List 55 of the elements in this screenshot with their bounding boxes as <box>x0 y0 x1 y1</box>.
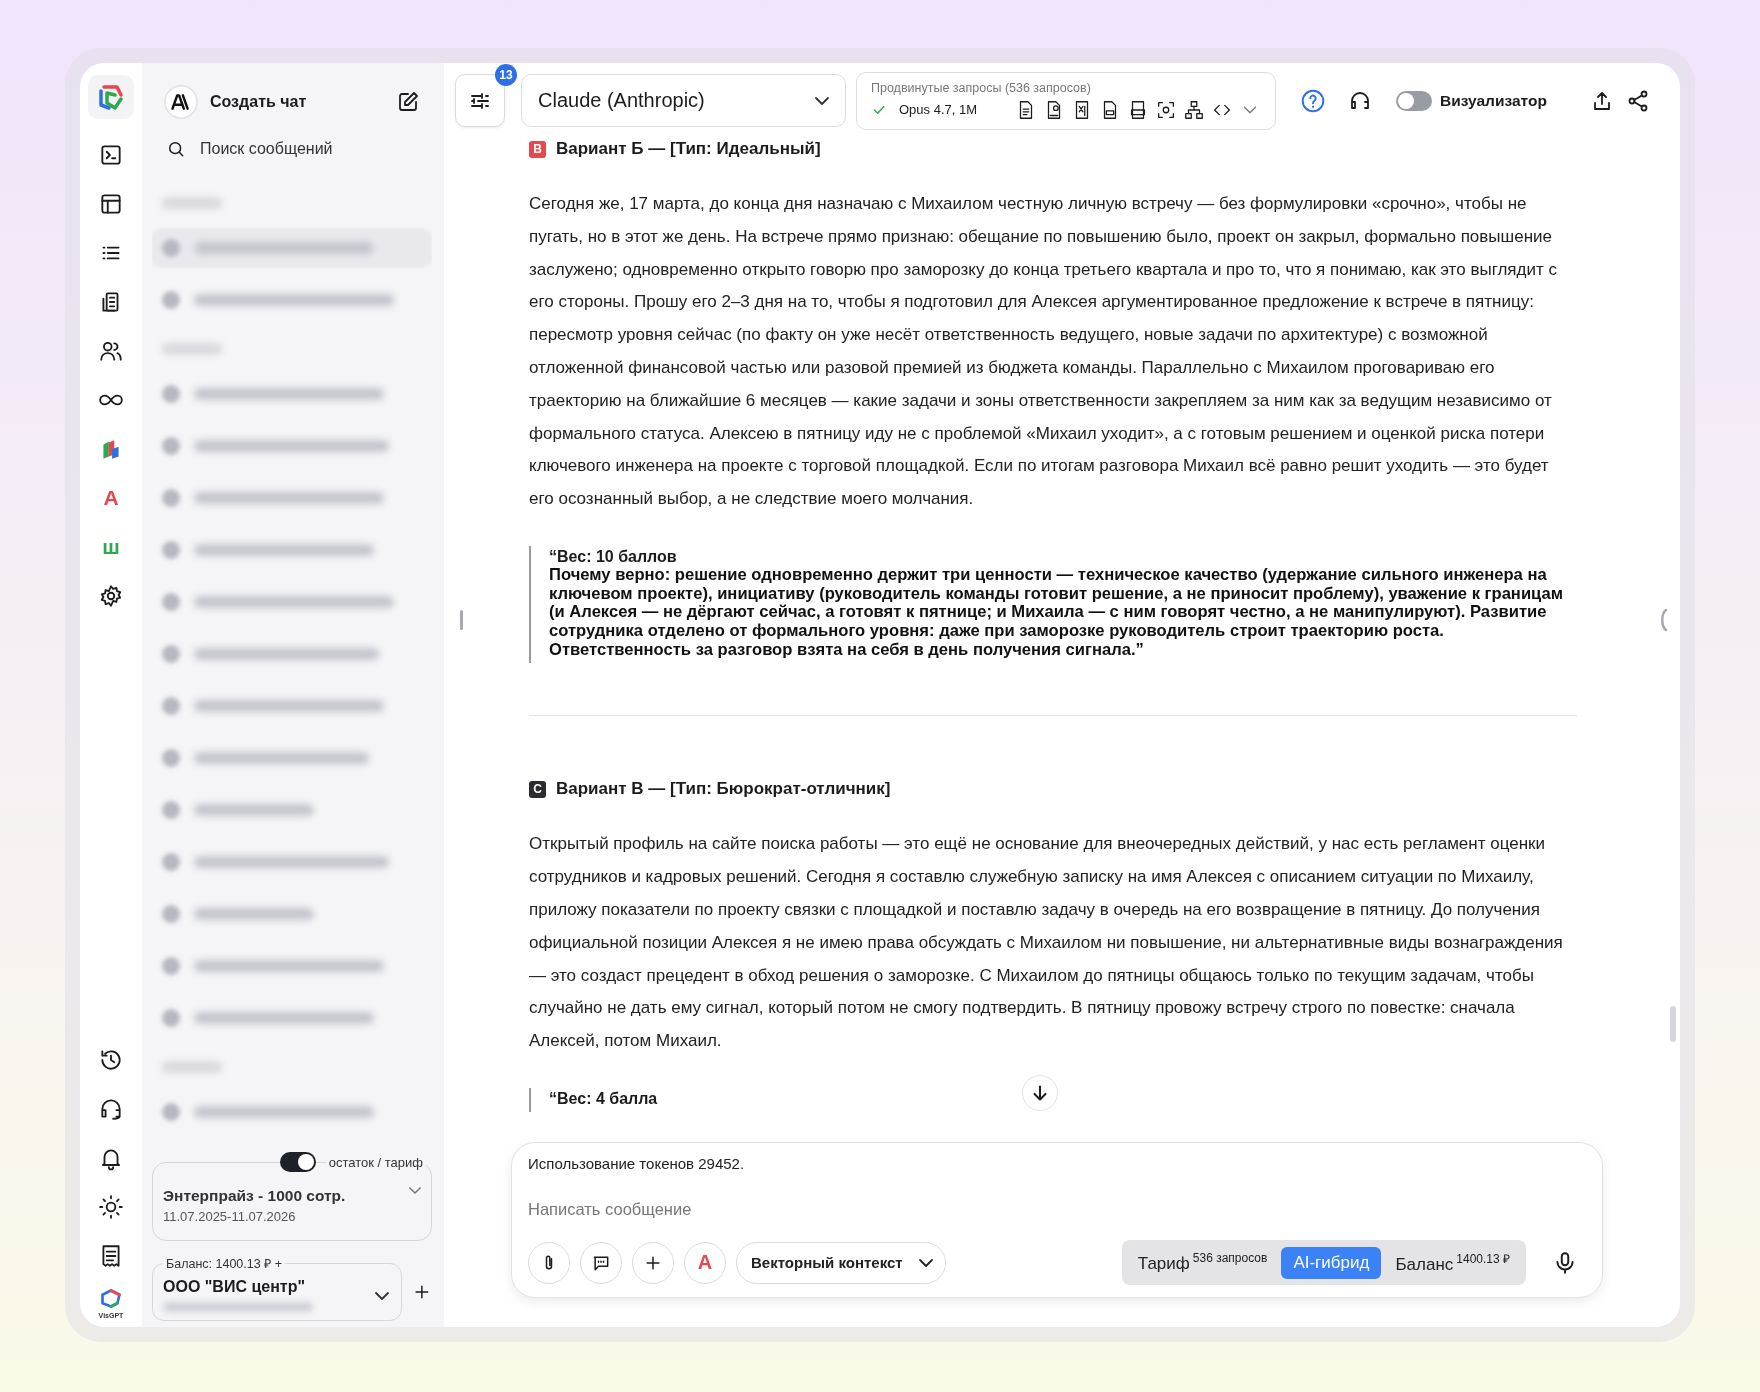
share-icon[interactable] <box>1626 88 1650 113</box>
plan-name: Энтерпрайз - 1000 сотр. <box>163 1187 347 1205</box>
collapse-handle[interactable] <box>460 610 463 630</box>
scroll-down-button[interactable] <box>1022 1075 1058 1111</box>
expand-handle[interactable] <box>1658 608 1668 632</box>
chevron-down-icon <box>409 1187 421 1194</box>
plan-toggle[interactable] <box>279 1152 316 1172</box>
persona-button[interactable]: A <box>684 1241 726 1284</box>
visualizer-label: Визуализатор <box>1440 91 1547 110</box>
advanced-requests-panel[interactable]: Продвинутые запросы (536 запросов) Opus 4.7, 1M <box>856 71 1276 130</box>
prompt-button[interactable] <box>580 1241 622 1284</box>
history-icon[interactable] <box>98 1047 124 1073</box>
context-dropdown[interactable]: Векторный контекст <box>736 1241 946 1284</box>
network-icon[interactable] <box>1183 98 1205 121</box>
plan-dates: 11.07.2025-11.07.2026 <box>163 1209 297 1224</box>
variant-heading: Вариант В — [Тип: Бюрократ-отличник] <box>556 779 891 800</box>
organization-name: ООО "ВИС центр" <box>163 1278 305 1296</box>
answer-paragraph: Открытый профиль на сайте поиска работы — это ещё не основание для внеочередных действий, у нас есть регламент оценки сотрудников и кадровых решений. Сегодня я составлю служебную записку на имя Алексея с описанием ситуации по Михаилу, приложу показатели по проекту связки с площадкой и поставлю задачу в очередь на его возвращение в пятницу. До получения официальной позиции Алексея я не имею права обсуждать с Михаилом ни повышение, ни альтернативные виды вознаграждения — это создаст прецедент в обход решения о заморозке. С Михаилом до пятницы общаюсь только по текущим задачам, чтобы случайно не дать ему сигнал, который потом не смогу подтвердить. В пятницу провожу встречу строго по повестке: сначала Алексей, потом Михаил. <box>529 833 1564 1053</box>
settings-icon[interactable] <box>98 583 124 609</box>
variant-heading: Вариант Б — [Тип: Идеальный] <box>556 139 821 159</box>
notification-badge: 13 <box>495 64 517 86</box>
app-logo[interactable] <box>88 75 134 119</box>
model-select[interactable]: Claude (Anthropic) <box>521 74 846 127</box>
blurred-section-label <box>162 197 222 209</box>
advanced-requests-title: Продвинутые запросы (536 запросов) <box>871 80 1092 95</box>
mode-tab[interactable]: Баланс $^{1400.13 ₽}$ <box>1383 1244 1522 1281</box>
sun-icon[interactable] <box>98 1194 124 1220</box>
mode-tab[interactable]: Тариф $^{536 запросов}$ <box>1125 1245 1280 1280</box>
layout-icon[interactable] <box>98 191 124 217</box>
attach-button[interactable] <box>528 1241 570 1284</box>
answer-paragraph: Сегодня же, 17 марта, до конца дня назначаю с Михаилом честную личную встречу — без формулировки «срочно», чтобы не пугать, но в этот же день. На встрече прямо признаю: обещание по повышению было, проект он закрыл, формально повышение заслужено; одновременно открыто говорю про заморозку до конца третьего квартала и про то, что я понимаю, как это выглядит с его стороны. Прошу его 2–3 дня на то, чтобы я подготовил для Алексея аргументированное предложение к встрече в пятницу: пересмотр уровня сейчас (по факту он уже несёт ответственность ведущего, новые задачи по архитектуре) с возможной отложенной финансовой частью или разовой премией из бюджета команды. Параллельно с Михаилом проговариваю его траекторию на ближайшие 6 месяцев — какие задачи и зоны ответственности закрепляем за ним как за ведущим независимо от формального статуса. Алексею в пятницу иду не с проблемой «Михаил уходит», а с готовым решением и оценкой риска потери ключевого инженера на проекте с торговой площадкой. Если по итогам разговора Михаил всё равно решит уходить — это будет его осознанный выбор, а не следствие моего молчания. <box>529 193 1558 511</box>
mode-tab[interactable]: AI-гибрид <box>1281 1246 1382 1279</box>
chevron-down-icon <box>918 1258 933 1267</box>
quote-title: “Вес: 10 баллов <box>549 547 677 566</box>
quote-text: Почему верно: решение одновременно держит три ценности — техническое качество (удержание сильного инженера на ключевом проекте), инициативу (руководитель команды готовит решение, а не приносит проблему), уважение к границам (и Алексея — не дёргают сейчас, а готовят к пятнице; и Михаила — с ним говорят честно, а не манипулируют). Развитие сотрудника отделено от формального уровня: даже при заморозке руководитель строит траекторию роста. Ответственность за разговор взята на себя в день получения сигнала.” <box>549 565 1564 660</box>
search-field[interactable]: Поиск сообщений <box>152 129 432 169</box>
new-chat-link[interactable]: Создать чат <box>210 93 396 111</box>
terminal-icon[interactable] <box>98 142 124 168</box>
letter-badge: B <box>529 140 546 158</box>
blurred-section-label <box>162 343 222 355</box>
letter-badge: C <box>529 781 546 798</box>
add-button[interactable] <box>632 1241 674 1284</box>
visualizer-toggle[interactable] <box>1396 90 1432 111</box>
blurred-section-label <box>162 1061 222 1073</box>
token-usage: Использование токенов 29452. <box>528 1155 746 1173</box>
chevron-down-icon <box>815 96 829 105</box>
model-version: Opus 4.7, 1M <box>899 102 979 117</box>
quote-title: “Вес: 4 балла <box>549 1090 658 1109</box>
chevron-down-icon <box>375 1292 390 1300</box>
edit-icon[interactable] <box>396 90 420 114</box>
letter-icon[interactable]: A <box>98 485 124 511</box>
scrollbar-thumb[interactable] <box>1670 1006 1676 1042</box>
anthropic-logo <box>164 85 198 119</box>
search-icon <box>166 139 186 159</box>
help-icon[interactable] <box>1300 87 1326 114</box>
